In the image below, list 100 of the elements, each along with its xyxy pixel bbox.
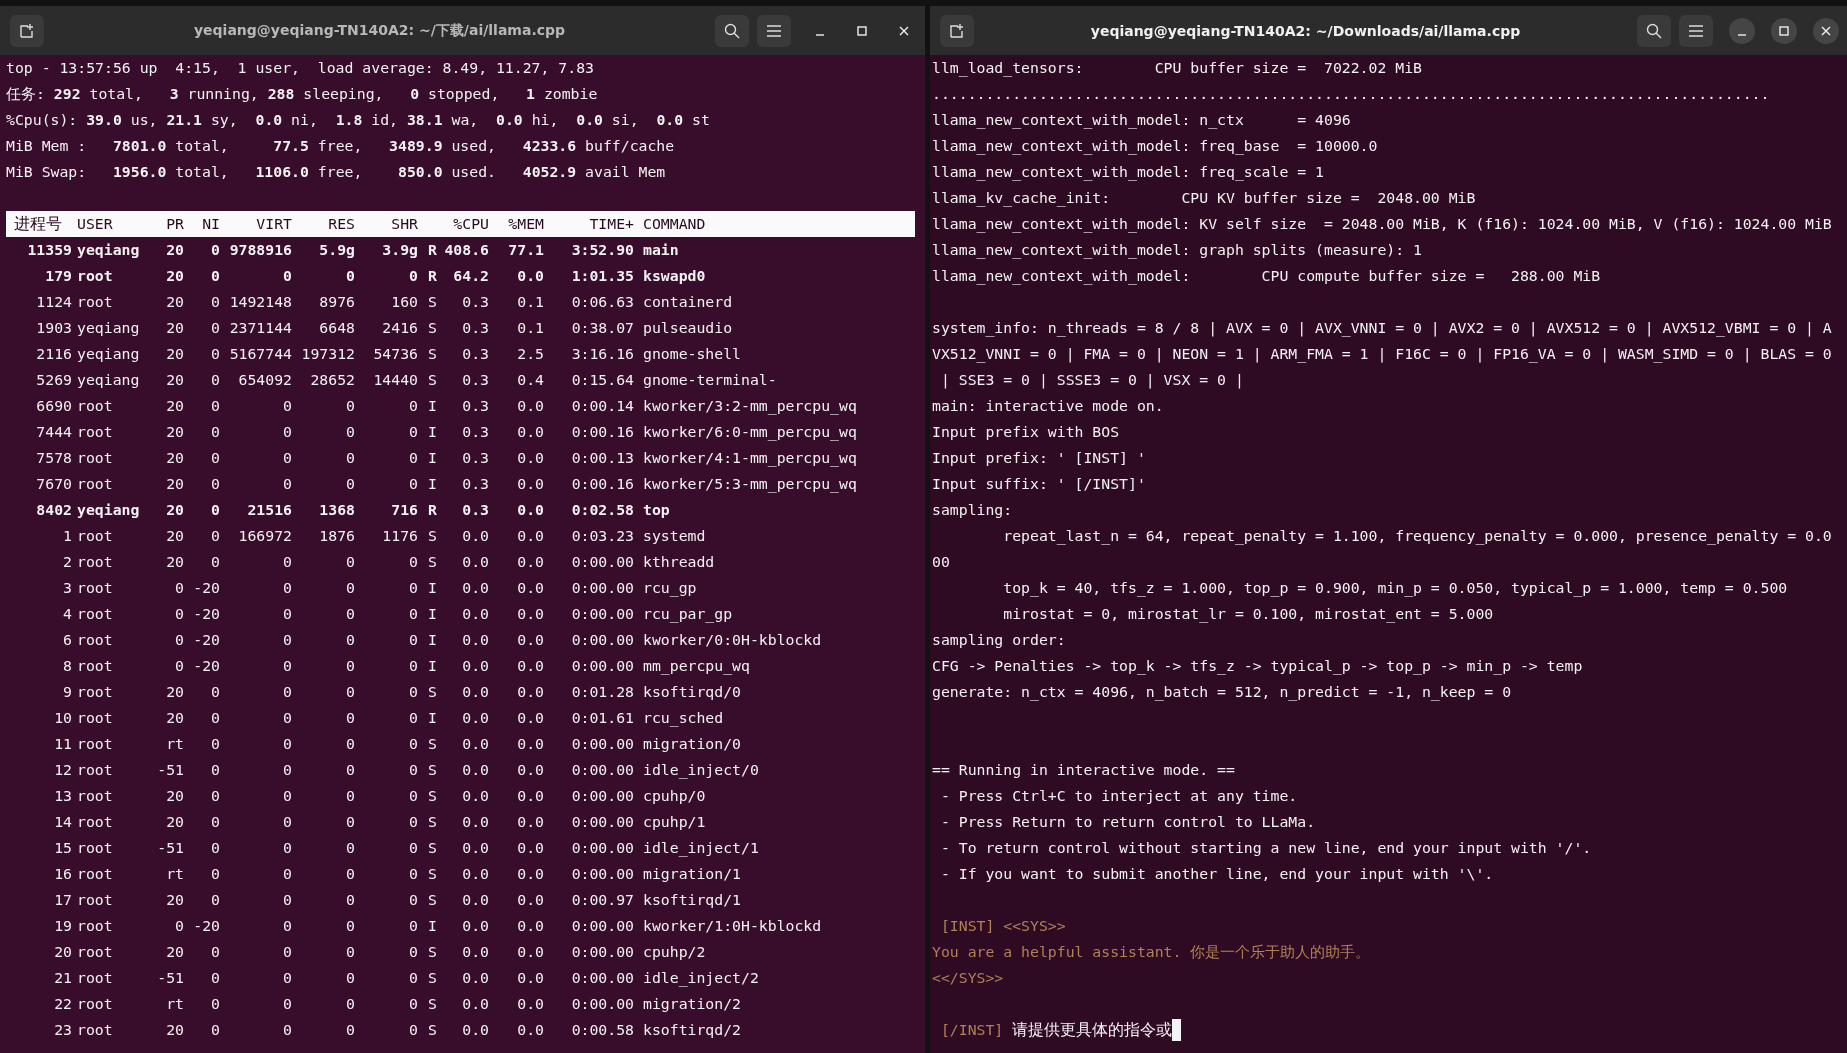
table-cell-text: 0:00.00 (570, 604, 634, 624)
menu-button[interactable] (757, 14, 791, 47)
table-cell-text: 20 (165, 292, 184, 312)
table-cell-text: I (427, 578, 437, 598)
table-cell-text: S (427, 864, 437, 884)
table-cell-text: 0:00.97 (570, 890, 634, 910)
table-cell-text: 3.9g (381, 240, 418, 260)
table-cell-text: 0 (345, 656, 355, 676)
table-cell-text: -20 (192, 656, 220, 676)
table-cell-text: 20 (53, 942, 72, 962)
table-cell-text: root (76, 474, 114, 494)
table-cell-text: 0 (282, 968, 292, 988)
table-cell-text: 0 (210, 682, 220, 702)
table-cell-text: 0 (174, 630, 184, 650)
table-cell-text: 0.0 (516, 552, 544, 572)
table-cell-text: 0.0 (461, 968, 489, 988)
table-cell-text: 6 (62, 630, 72, 650)
column-header: 进程号 (13, 213, 63, 235)
table-cell-text: 6648 (318, 318, 355, 338)
table-cell-text: 0.0 (516, 526, 544, 546)
table-cell-text: 20 (165, 1020, 184, 1040)
terminal-line: sampling order: (932, 630, 1067, 650)
table-cell-text: 0 (408, 968, 418, 988)
table-cell-text: cpuhp/2 (642, 942, 707, 962)
search-button[interactable] (715, 14, 749, 47)
table-cell-text: 160 (390, 292, 418, 312)
table-cell-text: root (76, 266, 114, 286)
table-cell-text: rt (165, 734, 184, 754)
table-cell-text: 0.0 (461, 864, 489, 884)
table-cell-text: 0.0 (461, 656, 489, 676)
table-cell-text: root (76, 422, 114, 442)
new-tab-button[interactable] (940, 14, 974, 47)
table-cell-text: 0:06.63 (570, 292, 634, 312)
table-cell-text: 0:00.14 (570, 396, 634, 416)
table-cell-text: 20 (165, 370, 184, 390)
terminal-line: CFG -> Penalties -> top_k -> tfs_z -> typical_p -> top_p -> min_p -> temp (932, 656, 1584, 677)
column-header: NI (201, 214, 220, 234)
table-cell-text: 0 (174, 604, 184, 624)
table-cell-text: 0 (408, 812, 418, 832)
table-cell-text: kworker/0:0H-kblockd (642, 630, 823, 650)
table-cell-text: 0 (210, 552, 220, 572)
terminal-line: == Running in interactive mode. == (932, 760, 1236, 780)
column-header: PR (165, 214, 184, 234)
new-tab-icon (949, 22, 965, 39)
table-cell-text: 7444 (35, 422, 72, 442)
table-cell-text: 0 (408, 890, 418, 910)
table-cell-text: kthreadd (642, 552, 716, 572)
table-cell-text: 0 (210, 526, 220, 546)
table-cell-text: 0:01.61 (570, 708, 634, 728)
table-cell-text: 14 (53, 812, 72, 832)
new-tab-icon (19, 22, 35, 39)
table-cell-text: 0:00.00 (570, 630, 634, 650)
table-cell-text: 0 (282, 448, 292, 468)
maximize-button[interactable] (1771, 17, 1797, 44)
table-cell-text: I (427, 474, 437, 494)
table-cell-text: 2 (62, 552, 72, 572)
table-cell-text: 0.0 (461, 552, 489, 572)
column-header: COMMAND (642, 214, 707, 234)
close-button[interactable] (1813, 17, 1839, 44)
table-cell-text: 0 (345, 968, 355, 988)
table-cell-text: S (427, 812, 437, 832)
table-cell-text: 0:03.23 (570, 526, 634, 546)
terminal-line: [INST] <<SYS>> (939, 916, 1067, 936)
table-cell-text: 0.0 (461, 604, 489, 624)
table-cell-text: 19 (53, 916, 72, 936)
table-cell-text: 0.0 (516, 474, 544, 494)
table-cell-text: 20 (165, 890, 184, 910)
search-button[interactable] (1637, 14, 1671, 47)
column-header: USER (76, 214, 114, 234)
table-cell-text: 0 (282, 578, 292, 598)
minimize-button[interactable] (1729, 17, 1755, 44)
table-cell-text: 11 (53, 734, 72, 754)
table-cell-text: 0 (282, 396, 292, 416)
column-header: %MEM (507, 214, 544, 234)
table-cell-text: S (427, 344, 437, 364)
table-cell-text: 20 (165, 240, 184, 260)
menu-button[interactable] (1679, 14, 1713, 47)
table-cell-text: 0 (408, 474, 418, 494)
table-cell-text: 1492148 (228, 292, 292, 312)
table-cell-text: 0 (282, 942, 292, 962)
table-cell-text: 0 (345, 422, 355, 442)
table-cell-text: 179 (44, 266, 72, 286)
table-cell-text: 0 (210, 812, 220, 832)
table-cell-text: pulseaudio (642, 318, 734, 338)
table-cell-text: kworker/3:2-mm_percpu_wq (642, 396, 858, 417)
table-cell-text: root (76, 890, 114, 910)
new-tab-button[interactable] (10, 14, 44, 47)
terminal-line: Input prefix with BOS (932, 422, 1121, 442)
table-cell-text: 0 (345, 812, 355, 832)
table-cell-text: S (427, 760, 437, 780)
table-cell-text: 0 (282, 734, 292, 754)
table-cell-text: S (427, 838, 437, 858)
table-cell-text: 0:00.00 (570, 968, 634, 988)
table-cell-text: I (427, 604, 437, 624)
table-cell-text: root (76, 448, 114, 468)
table-cell-text: kswapd0 (642, 266, 707, 286)
table-cell-text: 0 (345, 630, 355, 650)
table-cell-text: 0:00.00 (570, 786, 634, 806)
table-cell-text: idle_inject/1 (642, 838, 760, 859)
table-cell-text: root (76, 630, 114, 650)
